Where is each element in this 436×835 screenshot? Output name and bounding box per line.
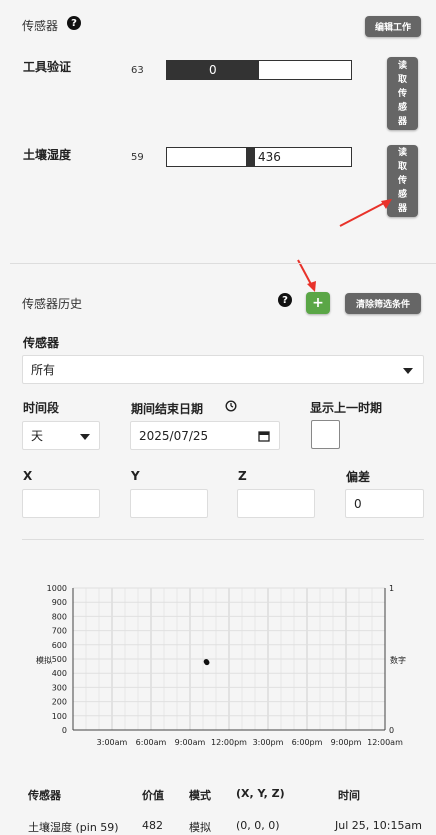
y-tick-label: 400 — [52, 669, 67, 678]
sensor-select-value: 所有 — [31, 363, 56, 377]
arrow-line — [339, 200, 389, 227]
offset-value: 0 — [354, 496, 362, 511]
y-tick-label: 800 — [52, 612, 67, 621]
y-tick-label: 100 — [52, 712, 67, 721]
y-tick-label: 1000 — [47, 584, 67, 593]
y-tick-label: 200 — [52, 698, 67, 707]
y-tick-label: 500 — [52, 655, 67, 664]
clear-filters-button[interactable]: 清除筛选条件 — [345, 293, 421, 314]
column-header: 传感器 — [28, 789, 61, 802]
y2-tick-label: 0 — [389, 726, 394, 735]
y2-tick-label: 1 — [389, 584, 394, 593]
end-date-label: 期间结束日期 — [131, 402, 204, 416]
chevron-down-icon — [403, 368, 413, 374]
column-header: 价值 — [142, 789, 164, 802]
offset-label: 偏差 — [346, 470, 371, 484]
sensor-filter-label: 传感器 — [23, 336, 60, 350]
chevron-down-icon — [80, 434, 90, 440]
z-label: Z — [238, 469, 247, 483]
y-axis-label: 模拟 — [36, 655, 52, 665]
data-point — [204, 659, 210, 666]
end-date-value: 2025/07/25 — [139, 428, 209, 443]
x-tick-label: 3:00pm — [253, 738, 284, 747]
end-date-input[interactable]: 2025/07/25 — [130, 421, 280, 450]
y-tick-label: 300 — [52, 683, 67, 692]
y-tick-label: 600 — [52, 641, 67, 650]
x-tick-label: 12:00pm — [211, 738, 247, 747]
period-select[interactable]: 天 — [22, 421, 100, 450]
show-previous-checkbox[interactable] — [311, 420, 340, 449]
y-tick-label: 900 — [52, 598, 67, 607]
table-cell-time: Jul 25, 10:15am — [335, 819, 422, 832]
annotation-arrows — [297, 199, 392, 292]
y-label: Y — [131, 469, 140, 483]
x-tick-label: 12:00am — [367, 738, 403, 747]
sensor-history-chart: 10009008007006005004003002001000103:00am… — [36, 584, 406, 747]
x-input[interactable] — [22, 489, 100, 518]
sensor-select[interactable]: 所有 — [22, 355, 424, 384]
arrow-head — [307, 281, 316, 292]
divider — [10, 263, 436, 264]
x-tick-label: 6:00am — [136, 738, 167, 747]
x-tick-label: 6:00pm — [292, 738, 323, 747]
show-previous-label: 显示上一时期 — [310, 401, 383, 415]
table-cell-position: (0, 0, 0) — [236, 819, 280, 832]
history-title: 传感器历史 — [22, 297, 83, 311]
help-icon[interactable]: ? — [278, 293, 292, 307]
x-tick-label: 9:00am — [175, 738, 206, 747]
clock-icon[interactable] — [225, 400, 237, 412]
y-input[interactable] — [130, 489, 208, 518]
table-cell-value: 482 — [142, 819, 163, 832]
table-cell-sensor: 土壤湿度 (pin 59) — [28, 821, 119, 834]
x-tick-label: 9:00pm — [331, 738, 362, 747]
y-tick-label: 700 — [52, 627, 67, 636]
x-label: X — [23, 469, 33, 483]
table-cell-mode: 模拟 — [189, 821, 211, 834]
y-tick-label: 0 — [62, 726, 67, 735]
column-header: 时间 — [338, 789, 360, 802]
x-tick-label: 3:00am — [97, 738, 128, 747]
period-label: 时间段 — [23, 401, 60, 415]
z-input[interactable] — [237, 489, 315, 518]
column-header: 模式 — [189, 789, 211, 802]
divider — [22, 539, 424, 540]
calendar-icon[interactable] — [258, 430, 270, 442]
period-select-value: 天 — [31, 429, 44, 443]
add-filter-button[interactable]: + — [306, 292, 330, 314]
y2-axis-label: 数字 — [390, 655, 406, 665]
column-header: (X, Y, Z) — [236, 787, 285, 800]
offset-input[interactable]: 0 — [345, 489, 424, 518]
